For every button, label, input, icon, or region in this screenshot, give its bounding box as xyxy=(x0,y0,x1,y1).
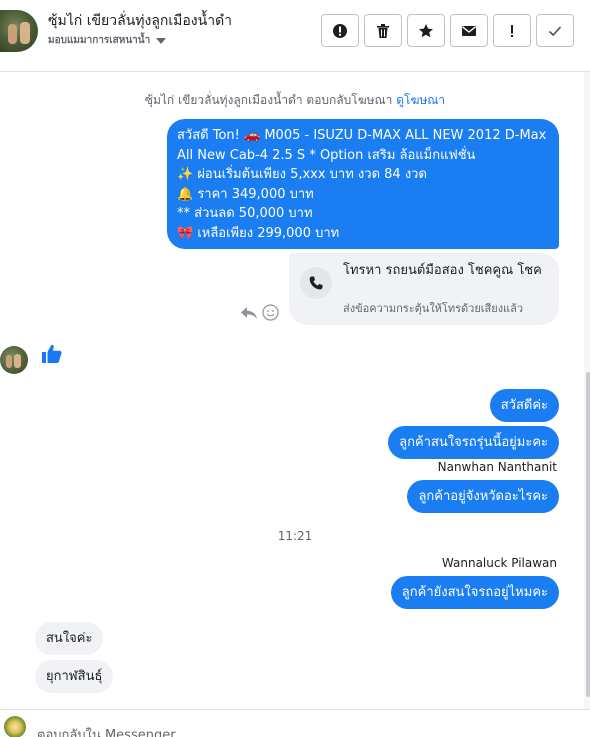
thumbs-up-icon xyxy=(42,344,62,363)
trash-icon xyxy=(377,23,389,38)
conversation-header: ซุ้มไก่ เขียวลั่นทุ่งลูกเมืองน้ำดำ มอบแม… xyxy=(0,0,590,72)
ad-reply-notice: ซุ้มไก่ เขียวลั่นทุ่งลูกเมืองน้ำดำ ตอบกล… xyxy=(0,91,590,110)
done-button[interactable] xyxy=(536,14,574,47)
sender-name-label: Nanwhan Nanthanit xyxy=(437,460,557,474)
important-button[interactable] xyxy=(493,14,531,47)
message-bubble-out[interactable]: ลูกค้าสนใจรถรุ่นนี้อยู่มะคะ xyxy=(388,426,559,459)
message-bubble-out[interactable]: สวัสดีค่ะ xyxy=(489,389,559,422)
check-icon xyxy=(548,25,562,36)
caret-down-icon xyxy=(156,37,167,44)
view-ad-link[interactable]: ดูโฆษณา xyxy=(396,93,445,107)
message-bubble-in[interactable]: ยุกาฬสินธุ์ xyxy=(35,660,114,693)
mark-unread-button[interactable] xyxy=(450,14,488,47)
message-thread[interactable]: ซุ้มไก่ เขียวลั่นทุ่งลูกเมืองน้ำดำ ตอบกล… xyxy=(0,72,590,709)
page-avatar[interactable] xyxy=(0,10,38,52)
message-bubble-out[interactable]: ลูกค้ายังสนใจรถอยู่ไหมคะ xyxy=(390,576,559,609)
phone-icon xyxy=(300,267,332,299)
delete-button[interactable] xyxy=(364,14,402,47)
time-separator: 11:21 xyxy=(277,529,313,543)
page-subtitle: มอบแมมาการเสหนาน้ำ xyxy=(48,35,151,46)
ad-line: 🔔 ราคา 349,000 บาท xyxy=(177,186,314,202)
report-button[interactable] xyxy=(321,14,359,47)
call-card-subtitle: ส่งข้อความกระตุ้นให้โทรด้วยเสียงแล้ว xyxy=(343,302,524,315)
ad-message-bubble[interactable]: สวัสดี Ton! 🚗 M005 - ISUZU D-MAX ALL NEW… xyxy=(167,119,559,249)
ad-line: All New Cab-4 2.5 S * Option เสริม ล้อแม… xyxy=(177,147,476,163)
ad-reply-notice-text: ซุ้มไก่ เขียวลั่นทุ่งลูกเมืองน้ำดำ ตอบกล… xyxy=(144,93,393,107)
toolbar xyxy=(321,14,574,47)
message-bubble-out[interactable]: ลูกค้าอยู่จังหวัดอะไรคะ xyxy=(407,480,559,513)
sender-avatar xyxy=(0,346,28,374)
envelope-icon xyxy=(462,25,476,36)
ad-line: ** ส่วนลด 50,000 บาท xyxy=(177,206,313,221)
reply-icon[interactable] xyxy=(240,306,258,320)
alert-circle-icon xyxy=(333,23,347,38)
call-button-card[interactable]: โทรหา รถยนต์มือสอง โชคคูณ โชค ส่งข้อความ… xyxy=(289,253,559,325)
call-card-title: โทรหา รถยนต์มือสอง โชคคูณ โชค xyxy=(343,263,542,278)
message-bubble-in[interactable]: สนใจค่ะ xyxy=(35,622,104,655)
ad-line: ✨ ผ่อนเริ่มต้นเพียง 5,xxx บาท งวด 84 งวด xyxy=(177,167,427,182)
page-title[interactable]: ซุ้มไก่ เขียวลั่นทุ่งลูกเมืองน้ำดำ xyxy=(48,10,232,32)
scrollbar-thumb[interactable] xyxy=(586,372,590,697)
replier-avatar xyxy=(4,716,26,737)
ad-line: สวัสดี Ton! 🚗 M005 - ISUZU D-MAX ALL NEW… xyxy=(177,128,547,143)
ad-line: 🎀 เหลือเพียง 299,000 บาท xyxy=(177,225,340,241)
star-button[interactable] xyxy=(407,14,445,47)
reaction-smile-icon[interactable] xyxy=(262,304,279,321)
exclamation-icon xyxy=(511,24,513,37)
sender-name-label: Wannaluck Pilawan xyxy=(441,556,557,570)
reply-bar: ตอบกลับใน Messenger... xyxy=(0,709,590,737)
messenger-conversation: ซุ้มไก่ เขียวลั่นทุ่งลูกเมืองน้ำดำ มอบแม… xyxy=(0,0,590,737)
reply-input[interactable]: ตอบกลับใน Messenger... xyxy=(37,724,187,737)
star-icon xyxy=(419,23,433,37)
page-subtitle-dropdown[interactable]: มอบแมมาการเสหนาน้ำ xyxy=(48,33,167,48)
